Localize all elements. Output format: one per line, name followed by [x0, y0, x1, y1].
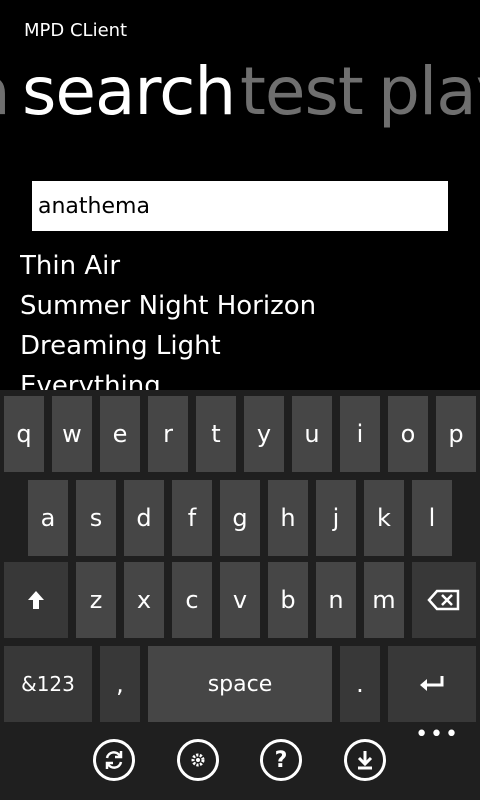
- key-q[interactable]: q: [4, 396, 44, 472]
- download-button[interactable]: [344, 739, 386, 781]
- enter-key[interactable]: [388, 646, 476, 722]
- key-x[interactable]: x: [124, 562, 164, 638]
- key-i[interactable]: i: [340, 396, 380, 472]
- key-f[interactable]: f: [172, 480, 212, 556]
- download-icon: [357, 751, 373, 770]
- shift-key[interactable]: [4, 562, 68, 638]
- key-k[interactable]: k: [364, 480, 404, 556]
- pivot-header: a search test play: [0, 52, 480, 132]
- space-key[interactable]: space: [148, 646, 332, 722]
- key-w[interactable]: w: [52, 396, 92, 472]
- refresh-icon: [105, 751, 123, 769]
- backspace-icon: [427, 589, 460, 611]
- key-n[interactable]: n: [316, 562, 356, 638]
- pivot-item-test[interactable]: test: [240, 52, 364, 132]
- more-icon[interactable]: •••: [415, 722, 460, 747]
- key-y[interactable]: y: [244, 396, 284, 472]
- list-item[interactable]: Everything: [20, 366, 460, 390]
- settings-icon: [191, 753, 205, 767]
- list-item[interactable]: Dreaming Light: [20, 326, 460, 366]
- results-list: Thin Air Summer Night Horizon Dreaming L…: [20, 246, 460, 390]
- key-s[interactable]: s: [76, 480, 116, 556]
- help-icon: ?: [274, 747, 288, 773]
- pivot-item-prev[interactable]: a: [0, 52, 10, 132]
- key-g[interactable]: g: [220, 480, 260, 556]
- key-b[interactable]: b: [268, 562, 308, 638]
- list-item[interactable]: Thin Air: [20, 246, 460, 286]
- key-c[interactable]: c: [172, 562, 212, 638]
- enter-icon: [420, 676, 444, 691]
- pivot-item-play[interactable]: play: [378, 52, 480, 132]
- key-h[interactable]: h: [268, 480, 308, 556]
- refresh-button[interactable]: [93, 739, 135, 781]
- key-v[interactable]: v: [220, 562, 260, 638]
- list-item[interactable]: Summer Night Horizon: [20, 286, 460, 326]
- key-m[interactable]: m: [364, 562, 404, 638]
- app-bar: ••• ?: [0, 722, 480, 800]
- key-d[interactable]: d: [124, 480, 164, 556]
- key-r[interactable]: r: [148, 396, 188, 472]
- key-a[interactable]: a: [28, 480, 68, 556]
- app-title: MPD CLient: [24, 20, 128, 41]
- pivot-item-search[interactable]: search: [22, 52, 236, 132]
- key-e[interactable]: e: [100, 396, 140, 472]
- key-j[interactable]: j: [316, 480, 356, 556]
- key-u[interactable]: u: [292, 396, 332, 472]
- symbols-key[interactable]: &123: [4, 646, 92, 722]
- comma-key[interactable]: ,: [100, 646, 140, 722]
- settings-button[interactable]: [177, 739, 219, 781]
- search-input[interactable]: [32, 181, 448, 231]
- backspace-key[interactable]: [412, 562, 476, 638]
- key-l[interactable]: l: [412, 480, 452, 556]
- shift-arrow-icon: [28, 591, 44, 609]
- key-z[interactable]: z: [76, 562, 116, 638]
- period-key[interactable]: .: [340, 646, 380, 722]
- help-button[interactable]: ?: [260, 739, 302, 781]
- on-screen-keyboard: q w e r t y u i o p a s d f g h j k l z …: [0, 390, 480, 730]
- key-o[interactable]: o: [388, 396, 428, 472]
- key-p[interactable]: p: [436, 396, 476, 472]
- key-t[interactable]: t: [196, 396, 236, 472]
